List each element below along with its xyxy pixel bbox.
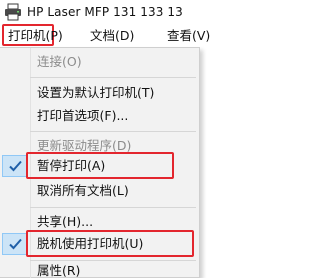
menu-separator [30, 131, 196, 132]
menu-item-label: 打印首选项(F)... [37, 108, 129, 123]
menu-item-cancel-all[interactable]: 取消所有文档(L) [0, 180, 200, 202]
use-offline-highlight [26, 230, 194, 257]
printer-icon [5, 3, 21, 21]
menu-bar: 打印机(P) 文档(D) 查看(V) [0, 24, 228, 48]
title-bar: HP Laser MFP 131 133 13 [0, 0, 228, 24]
menu-separator [30, 207, 196, 208]
menu-separator [30, 77, 196, 78]
menu-item-preferences[interactable]: 打印首选项(F)... [0, 105, 200, 127]
printer-dropdown-menu: 连接(O) 设置为默认打印机(T) 打印首选项(F)... 更新驱动程序(D) … [0, 47, 200, 278]
menu-printer[interactable]: 打印机(P) [8, 27, 63, 45]
window-title: HP Laser MFP 131 133 13 [27, 5, 183, 19]
menu-item-label: 取消所有文档(L) [37, 183, 129, 198]
pause-printing-highlight [26, 152, 174, 179]
menu-document[interactable]: 文档(D) [90, 27, 134, 45]
pause-printing-check [2, 155, 28, 177]
use-offline-check [2, 233, 28, 255]
checkmark-icon [9, 160, 22, 172]
menu-item-label: 属性(R) [37, 263, 81, 278]
checkmark-icon [9, 238, 22, 250]
menu-item-connect[interactable]: 连接(O) [0, 51, 200, 73]
menu-item-label: 设置为默认打印机(T) [37, 85, 155, 100]
menu-item-label: 连接(O) [37, 54, 82, 69]
menu-item-set-default[interactable]: 设置为默认打印机(T) [0, 82, 200, 104]
printer-queue-window: HP Laser MFP 131 133 13 打印机(P) 文档(D) 查看(… [0, 0, 228, 278]
menu-item-properties[interactable]: 属性(R) [0, 260, 200, 278]
menu-view[interactable]: 查看(V) [167, 27, 210, 45]
